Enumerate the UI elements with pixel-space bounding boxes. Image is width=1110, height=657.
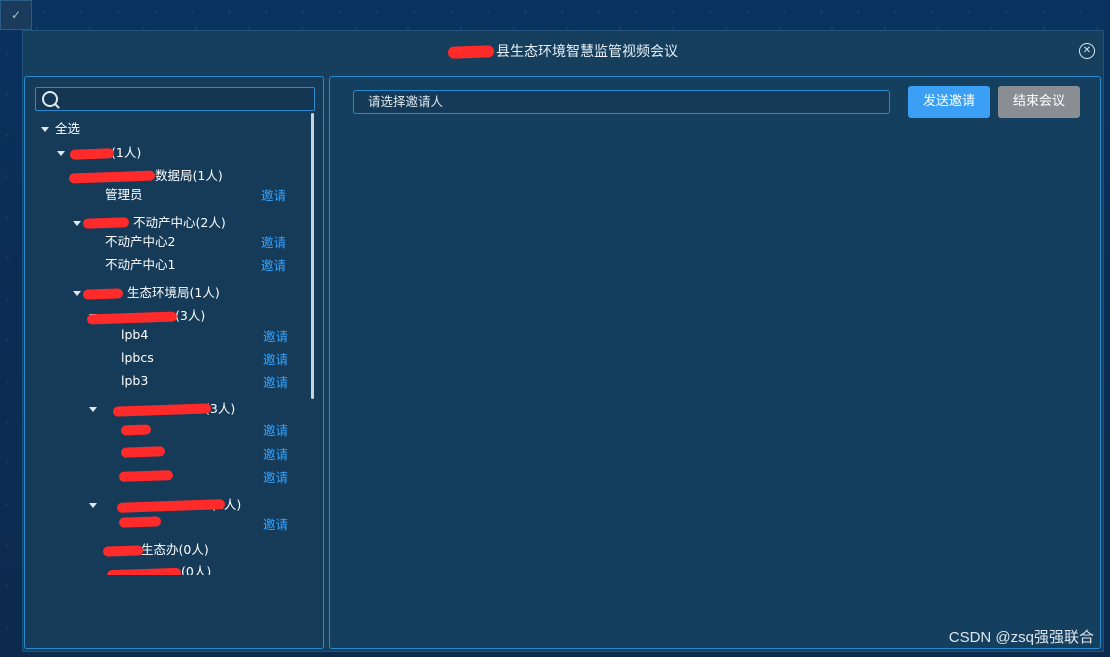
- invite-link[interactable]: 邀请: [263, 515, 288, 535]
- redaction: [102, 545, 144, 557]
- invite-link[interactable]: 邀请: [261, 256, 286, 276]
- tree-node-member[interactable]: 管理员: [105, 185, 143, 205]
- invite-link[interactable]: 邀请: [263, 421, 288, 441]
- redaction: [447, 45, 495, 59]
- tree-node-member[interactable]: lpbcs: [121, 348, 154, 368]
- send-invite-button[interactable]: 发送邀请: [908, 86, 990, 118]
- tree-node-member[interactable]: 不动产中心2: [105, 232, 175, 252]
- redaction: [69, 148, 115, 160]
- redaction: [118, 516, 162, 528]
- tree-node-member[interactable]: lpb3: [121, 371, 148, 391]
- invite-link[interactable]: 邀请: [263, 327, 288, 347]
- video-conference-dialog: 县生态环境智慧监管视频会议 ✕ 全选 (1人) 数据局(1人) 管理员 邀请 不…: [22, 30, 1104, 652]
- caret-down-icon[interactable]: [57, 151, 65, 156]
- redaction: [120, 446, 166, 458]
- caret-down-icon[interactable]: [73, 291, 81, 296]
- end-meeting-button[interactable]: 结束会议: [998, 86, 1080, 118]
- caret-down-icon[interactable]: [73, 221, 81, 226]
- search-icon: [42, 91, 58, 107]
- chevron-down-icon[interactable]: ✓: [0, 0, 32, 30]
- invite-link[interactable]: 邀请: [263, 445, 288, 465]
- invite-link[interactable]: 邀请: [261, 186, 286, 206]
- invite-link[interactable]: 邀请: [261, 233, 286, 253]
- redaction: [118, 470, 174, 482]
- search-box[interactable]: [35, 87, 316, 111]
- invite-link[interactable]: 邀请: [263, 350, 288, 370]
- caret-down-icon[interactable]: [41, 127, 49, 132]
- invite-link[interactable]: 邀请: [263, 373, 288, 393]
- caret-down-icon[interactable]: [89, 503, 97, 508]
- tree-node-member[interactable]: lpb4: [121, 325, 148, 345]
- close-icon[interactable]: ✕: [1079, 43, 1095, 59]
- contact-tree: 全选 (1人) 数据局(1人) 管理员 邀请 不动产中心(2人) 不动产中心2 …: [25, 119, 313, 575]
- dialog-title: 县生态环境智慧监管视频会议: [23, 41, 1103, 61]
- caret-down-icon[interactable]: [89, 407, 97, 412]
- invitee-select[interactable]: [353, 90, 890, 114]
- redaction: [82, 217, 130, 229]
- tree-node-select-all[interactable]: 全选: [41, 119, 80, 139]
- search-input[interactable]: [62, 90, 316, 110]
- invite-panel: 发送邀请 结束会议: [329, 76, 1101, 649]
- invite-link[interactable]: 邀请: [263, 468, 288, 488]
- watermark: CSDN @zsq强强联合: [948, 629, 1094, 646]
- tree-node-member[interactable]: 不动产中心1: [105, 255, 175, 275]
- contact-tree-panel: 全选 (1人) 数据局(1人) 管理员 邀请 不动产中心(2人) 不动产中心2 …: [24, 76, 324, 649]
- redaction: [120, 424, 152, 436]
- redaction: [82, 288, 124, 300]
